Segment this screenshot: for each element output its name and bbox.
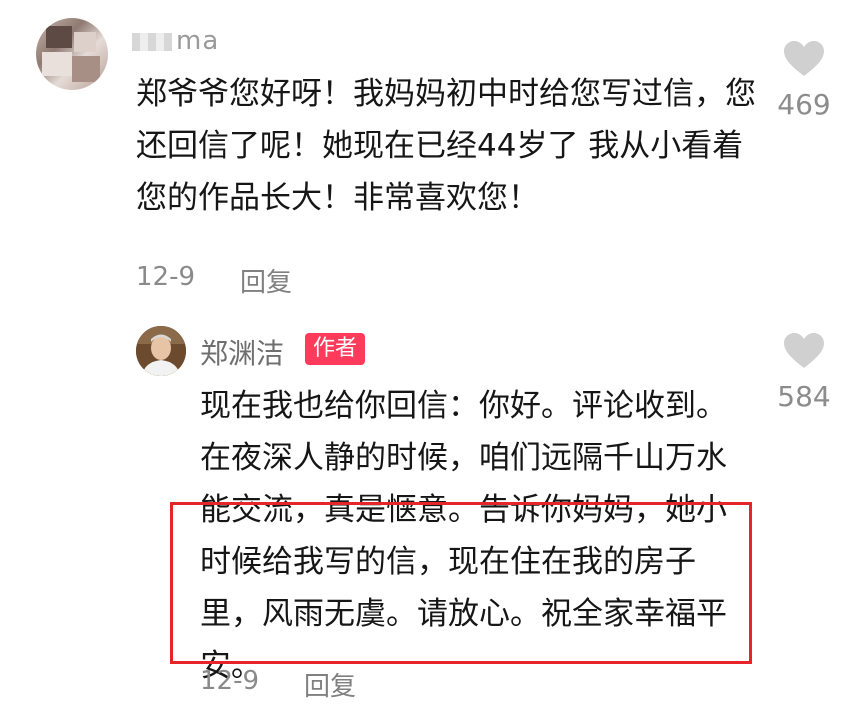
commenter-avatar[interactable] [36, 18, 108, 90]
heart-icon [784, 41, 824, 76]
comment-like-button[interactable]: 469 [764, 40, 844, 121]
author-portrait [136, 326, 186, 376]
comment-text: 郑爷爷您好呀！我妈妈初中时给您写过信，您还回信了呢！她现在已经44岁了 我从小看… [136, 76, 756, 216]
author-badge: 作者 [305, 333, 366, 365]
reply-like-count: 584 [777, 380, 831, 413]
reply-date: 12-9 [200, 666, 260, 696]
reply-like-button[interactable]: 584 [764, 332, 844, 413]
commenter-username[interactable]: ma [132, 26, 219, 56]
highlight-box [170, 502, 752, 664]
comment-reply-button[interactable]: 回复 [240, 262, 292, 299]
comment-like-count: 469 [777, 88, 831, 121]
heart-icon [784, 333, 824, 368]
author-avatar[interactable] [136, 326, 186, 376]
reply-reply-button[interactable]: 回复 [304, 666, 356, 703]
author-username[interactable]: 郑渊洁 [200, 332, 284, 372]
username-mask [132, 32, 172, 51]
comment-date: 12-9 [136, 262, 196, 292]
